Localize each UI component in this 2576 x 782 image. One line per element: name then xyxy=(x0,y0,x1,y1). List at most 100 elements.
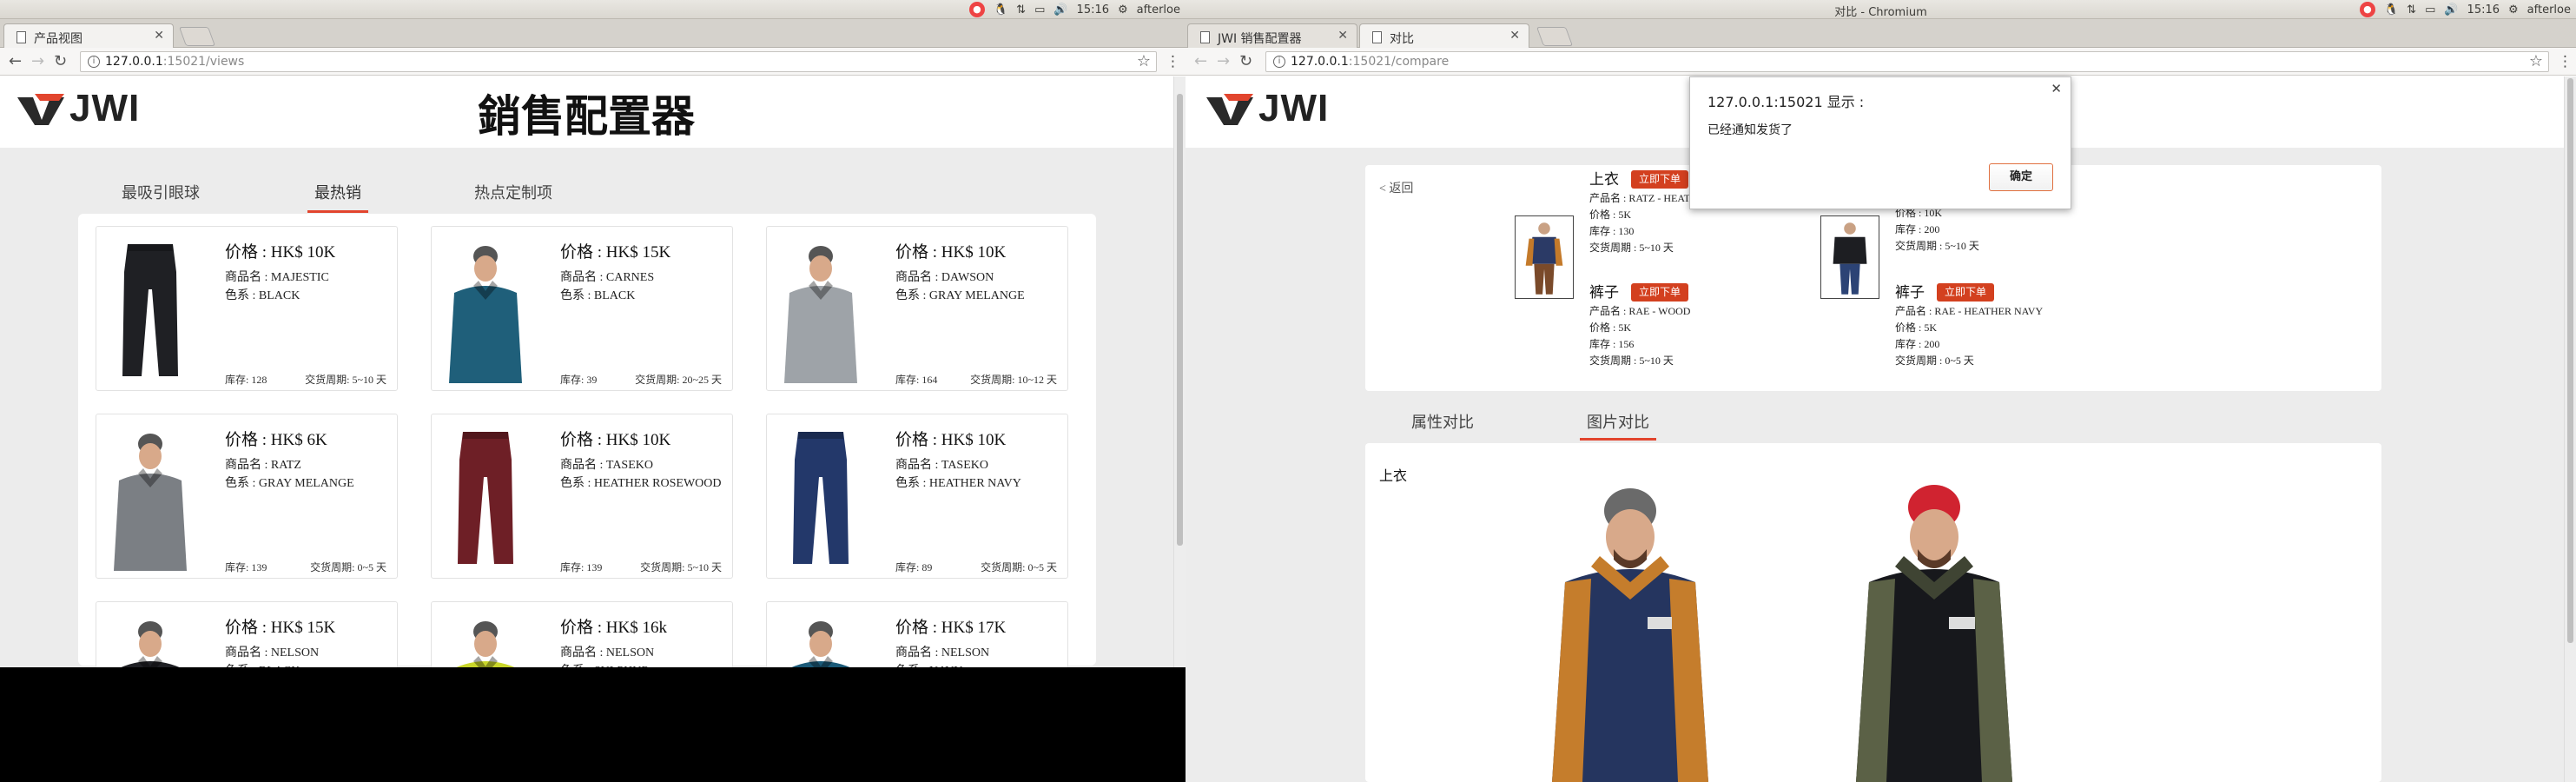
jwi-logo[interactable]: JWI xyxy=(16,87,140,130)
product-image[interactable] xyxy=(107,237,194,383)
black-region xyxy=(0,667,1186,782)
back-arrow-icon[interactable]: ← xyxy=(9,52,22,70)
volume-icon[interactable]: 🔊 xyxy=(2444,3,2458,17)
new-tab-button[interactable] xyxy=(178,27,216,46)
product-card[interactable]: 价格 : HK$ 10K 商品名 : MAJESTIC 色系 : BLACK 库存: … xyxy=(96,226,398,391)
reload-icon[interactable]: ↻ xyxy=(54,52,67,70)
clock[interactable]: 15:16 xyxy=(2467,3,2500,17)
product-image[interactable] xyxy=(777,425,864,571)
product-lead: 交货周期: 0~5 天 xyxy=(981,561,1057,573)
product-price: 价格 : HK$ 16k xyxy=(560,619,667,637)
bookmark-star-icon[interactable]: ☆ xyxy=(1137,52,1151,70)
tab-image-compare[interactable]: 图片对比 xyxy=(1580,410,1656,441)
product-lead: 交货周期: 10~12 天 xyxy=(970,374,1057,386)
back-arrow-icon[interactable]: ← xyxy=(1194,52,1207,70)
product-price: 价格 : HK$ 15K xyxy=(560,243,671,262)
user-name[interactable]: afterloe xyxy=(2527,3,2571,17)
order-now-button[interactable]: 立即下单 xyxy=(1631,170,1689,189)
product-card[interactable]: 价格 : HK$ 6K 商品名 : RATZ 色系 : GRAY MELANGE 库存… xyxy=(96,414,398,579)
info-icon[interactable]: i xyxy=(88,56,100,68)
product-stock: 库存: 128 xyxy=(225,374,268,386)
product-name: 商品名 : DAWSON xyxy=(895,271,994,284)
tux-icon[interactable]: 🐧 xyxy=(994,3,1007,17)
set2-top-stock: 库存 : 200 xyxy=(1895,223,1940,235)
page-icon xyxy=(1200,31,1210,43)
image-compare-panel: 上衣 xyxy=(1365,443,2381,782)
order-now-button[interactable]: 立即下单 xyxy=(1937,283,1995,302)
product-name: 商品名 : NELSON xyxy=(560,646,655,659)
product-stock: 库存: 164 xyxy=(895,374,938,386)
product-image[interactable] xyxy=(442,237,529,383)
close-icon[interactable]: ✕ xyxy=(2051,81,2062,96)
bookmark-star-icon[interactable]: ☆ xyxy=(2529,52,2543,70)
tab-best-selling[interactable]: 最热销 xyxy=(307,181,368,213)
outfit-thumbnail-2[interactable] xyxy=(1820,215,1879,299)
jwi-logo[interactable]: JWI xyxy=(1205,87,1329,130)
back-link[interactable]: < 返回 xyxy=(1379,179,1413,196)
set1-bottom-name: 产品名 : RAE - WOOD xyxy=(1589,305,1691,317)
ok-button[interactable]: 确定 xyxy=(1989,163,2053,191)
battery-icon[interactable]: ▭ xyxy=(2425,3,2435,17)
right-tabstrip: JWI 销售配置器 ✕ 对比 ✕ xyxy=(1186,19,2576,48)
page-title: 銷售配置器 xyxy=(478,91,695,142)
tux-icon[interactable]: 🐧 xyxy=(2384,3,2398,17)
forward-arrow-icon[interactable]: → xyxy=(31,52,44,70)
network-icon[interactable]: ⇅ xyxy=(2407,3,2416,17)
left-tray: ● 🐧 ⇅ ▭ 🔊 15:16 ⚙ afterloe xyxy=(968,2,1180,17)
clock[interactable]: 15:16 xyxy=(1077,3,1109,17)
tab-most-eye-catching[interactable]: 最吸引眼球 xyxy=(122,181,200,203)
product-name: 商品名 : TASEKO xyxy=(560,459,653,472)
set2-top-lead: 交货周期 : 5~10 天 xyxy=(1895,240,1979,252)
close-tab-icon[interactable]: ✕ xyxy=(1509,29,1520,43)
product-image[interactable] xyxy=(107,425,194,571)
product-image[interactable] xyxy=(777,237,864,383)
outfit-thumbnail-1[interactable] xyxy=(1515,215,1574,299)
order-now-button[interactable]: 立即下单 xyxy=(1631,283,1689,302)
product-card[interactable]: 价格 : HK$ 10K 商品名 : TASEKO 色系 : HEATHER ROS… xyxy=(431,414,733,579)
gear-icon[interactable]: ⚙ xyxy=(1118,3,1128,17)
tab-compare[interactable]: 对比 ✕ xyxy=(1359,23,1529,48)
new-tab-button[interactable] xyxy=(1536,27,1574,46)
right-scrollbar[interactable] xyxy=(2564,76,2576,782)
product-color: 色系 : BLACK xyxy=(560,289,636,302)
address-bar[interactable]: i 127.0.0.1:15021/views ☆ xyxy=(80,51,1157,72)
close-tab-icon[interactable]: ✕ xyxy=(1338,29,1348,43)
set2-top-info: 价格 : 10K 库存 : 200 交货周期 : 5~10 天 xyxy=(1895,205,1979,255)
notification-icon[interactable]: ● xyxy=(2359,2,2375,17)
page-icon xyxy=(17,31,26,43)
close-tab-icon[interactable]: ✕ xyxy=(154,29,164,43)
logo-text: JWI xyxy=(69,87,141,129)
product-color: 色系 : HEATHER ROSEWOOD xyxy=(560,477,722,490)
battery-icon[interactable]: ▭ xyxy=(1034,3,1045,17)
product-price: 价格 : HK$ 10K xyxy=(560,431,671,449)
tab-jwi-configurator[interactable]: JWI 销售配置器 ✕ xyxy=(1187,23,1357,48)
jwi-logo-icon xyxy=(1206,94,1253,125)
product-image[interactable] xyxy=(442,425,529,571)
menu-icon[interactable]: ⋮ xyxy=(1166,53,1180,70)
product-stock: 库存: 139 xyxy=(225,561,268,573)
info-icon[interactable]: i xyxy=(1273,56,1285,68)
scroll-thumb[interactable] xyxy=(1177,94,1183,546)
menu-icon[interactable]: ⋮ xyxy=(2558,53,2573,70)
gear-icon[interactable]: ⚙ xyxy=(2508,3,2519,17)
notification-icon[interactable]: ● xyxy=(968,2,985,17)
user-name[interactable]: afterloe xyxy=(1137,3,1180,17)
product-card[interactable]: 价格 : HK$ 10K 商品名 : DAWSON 色系 : GRAY MELANG… xyxy=(766,226,1068,391)
tab-hot-custom[interactable]: 热点定制项 xyxy=(474,181,552,203)
volume-icon[interactable]: 🔊 xyxy=(1054,3,1067,17)
scroll-thumb[interactable] xyxy=(2567,78,2573,643)
address-bar[interactable]: i 127.0.0.1:15021/compare ☆ xyxy=(1265,51,2549,72)
product-card[interactable]: 价格 : HK$ 10K 商品名 : TASEKO 色系 : HEATHER NAV… xyxy=(766,414,1068,579)
right-system-bar: 对比 - Chromium ● 🐧 ⇅ ▭ 🔊 15:16 ⚙ afterloe xyxy=(1186,0,2576,19)
dialog-title: 127.0.0.1:15021 显示 : xyxy=(1707,94,1865,110)
reload-icon[interactable]: ↻ xyxy=(1239,52,1252,70)
product-price: 价格 : HK$ 6K xyxy=(225,431,327,449)
network-icon[interactable]: ⇅ xyxy=(1016,3,1026,17)
tab-attribute-compare[interactable]: 属性对比 xyxy=(1411,410,1474,433)
tab-label: JWI 销售配置器 xyxy=(1218,32,1302,46)
product-card[interactable]: 价格 : HK$ 15K 商品名 : CARNES 色系 : BLACK 库存: 39… xyxy=(431,226,733,391)
tab-best-selling-label: 最热销 xyxy=(314,184,361,202)
forward-arrow-icon[interactable]: → xyxy=(1217,52,1230,70)
product-grid: 价格 : HK$ 10K 商品名 : MAJESTIC 色系 : BLACK 库存: … xyxy=(78,214,1096,766)
tab-product-view[interactable]: 产品视图 ✕ xyxy=(3,23,174,48)
